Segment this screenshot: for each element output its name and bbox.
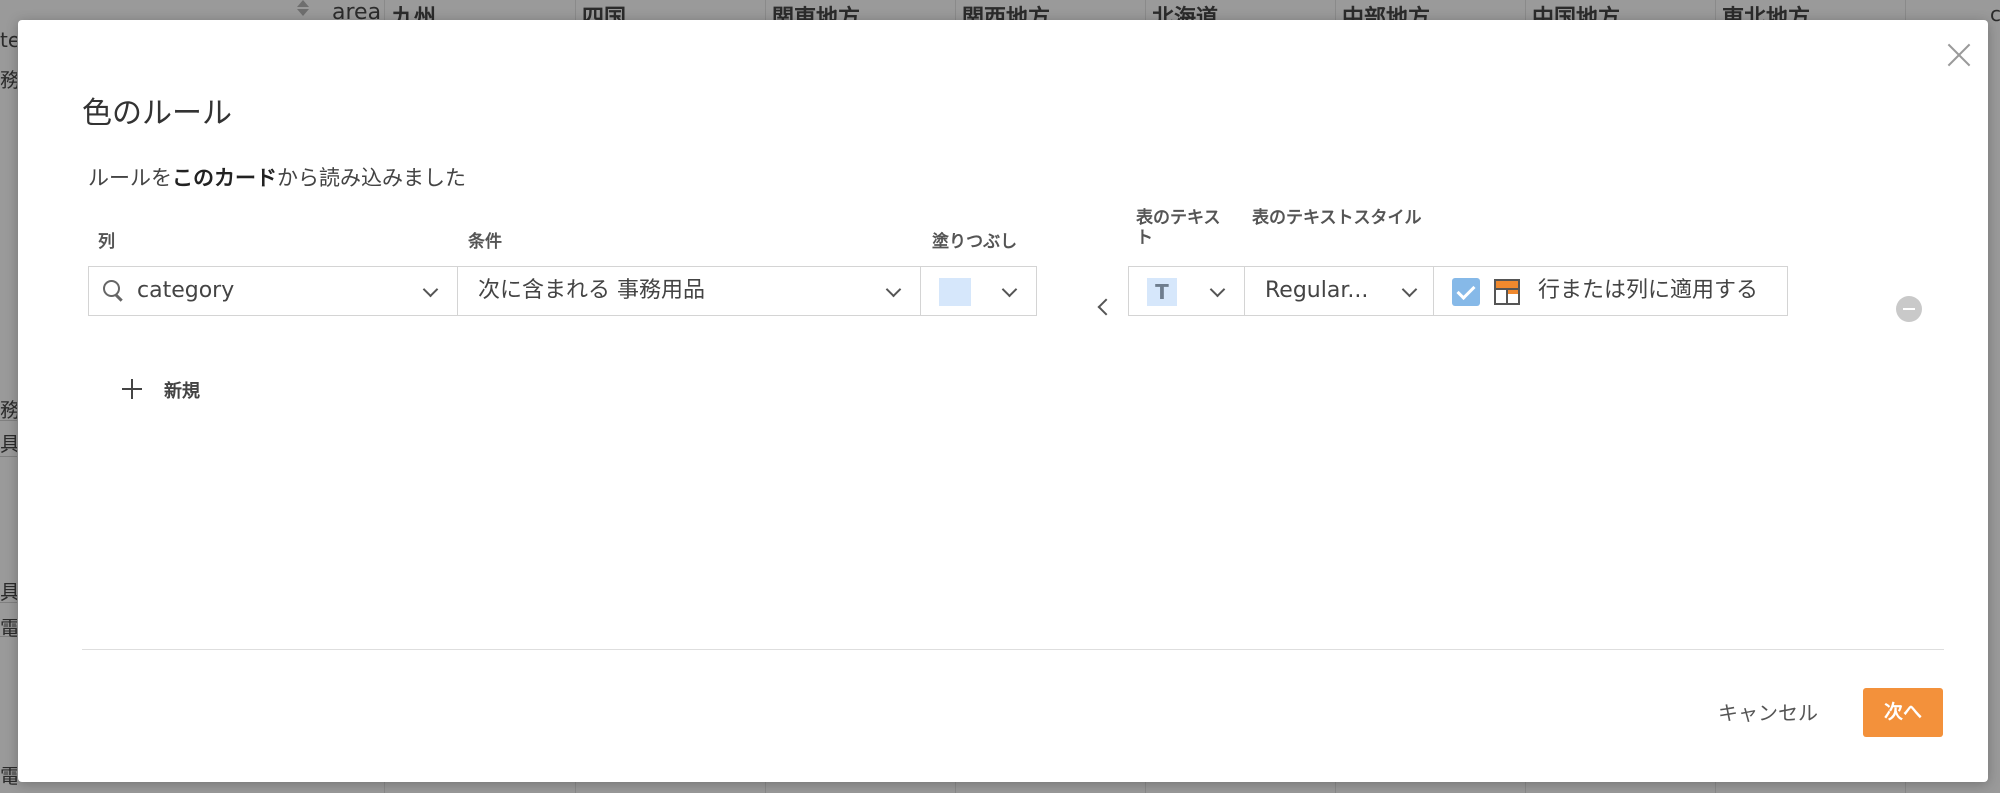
cell: 電	[0, 616, 17, 640]
cell: 具	[0, 580, 17, 604]
area-header: area	[332, 0, 382, 20]
color-rules-dialog: 色のルール ルールをこのカードから読み込みました 列 条件 塗りつぶし 表のテキ…	[18, 20, 1988, 782]
table-text-style-label: 表のテキストスタイル	[1252, 208, 1422, 228]
text-color-select[interactable]: T	[1128, 266, 1245, 316]
condition-select[interactable]: 次に含まれる 事務用品	[457, 266, 921, 316]
chevron-down-icon	[1401, 281, 1418, 298]
chevron-down-icon	[885, 281, 902, 298]
column-header: 中部地方	[1342, 6, 1431, 20]
cell: 電	[0, 764, 17, 788]
column-header: 関東地方	[772, 6, 861, 20]
chevron-down-icon	[1209, 281, 1226, 298]
footer-divider	[82, 649, 1944, 650]
cell: c	[1990, 2, 2000, 26]
remove-rule-icon[interactable]	[1896, 296, 1922, 322]
add-rule-label: 新規	[164, 381, 200, 402]
column-label: 列	[98, 232, 115, 252]
condition-label: 条件	[468, 232, 502, 252]
column-select[interactable]: category	[88, 266, 458, 316]
next-button[interactable]: 次へ	[1863, 688, 1943, 737]
condition-select-value: 次に含まれる 事務用品	[478, 278, 705, 303]
search-icon	[103, 280, 123, 302]
rules-loaded-notice: ルールをこのカードから読み込みました	[88, 166, 466, 190]
sort-arrows-icon[interactable]	[296, 0, 310, 18]
chevron-down-icon	[422, 281, 439, 298]
apply-row-column-label: 行または列に適用する	[1538, 278, 1759, 303]
close-icon[interactable]	[1942, 38, 1976, 72]
dialog-title: 色のルール	[82, 96, 232, 131]
cell: te	[0, 28, 17, 52]
table-icon	[1494, 279, 1520, 305]
column-header: 関西地方	[962, 6, 1051, 20]
chevron-down-icon	[1001, 281, 1018, 298]
cancel-button[interactable]: キャンセル	[1718, 688, 1818, 738]
chevron-left-icon[interactable]	[1097, 298, 1115, 316]
fill-color-select[interactable]	[920, 266, 1037, 316]
column-header: 東北地方	[1722, 6, 1811, 20]
cell: 具	[0, 432, 17, 456]
fill-color-swatch	[939, 278, 971, 306]
column-header: 四国	[582, 6, 627, 20]
plus-icon	[122, 379, 142, 399]
column-header: 九州	[392, 6, 437, 20]
text-style-value: Regular...	[1265, 278, 1369, 303]
column-header: 中国地方	[1532, 6, 1621, 20]
text-color-icon: T	[1147, 278, 1177, 306]
table-text-label: 表のテキスト	[1136, 208, 1221, 248]
apply-row-column-checkbox[interactable]	[1452, 278, 1480, 306]
text-style-select[interactable]: Regular...	[1244, 266, 1434, 316]
column-select-value: category	[137, 278, 235, 303]
cell: 務	[0, 68, 17, 92]
column-header: 北海道	[1152, 6, 1219, 20]
cell: 務	[0, 398, 17, 422]
fill-label: 塗りつぶし	[932, 232, 1018, 252]
apply-row-column-option[interactable]: 行または列に適用する	[1433, 266, 1788, 316]
